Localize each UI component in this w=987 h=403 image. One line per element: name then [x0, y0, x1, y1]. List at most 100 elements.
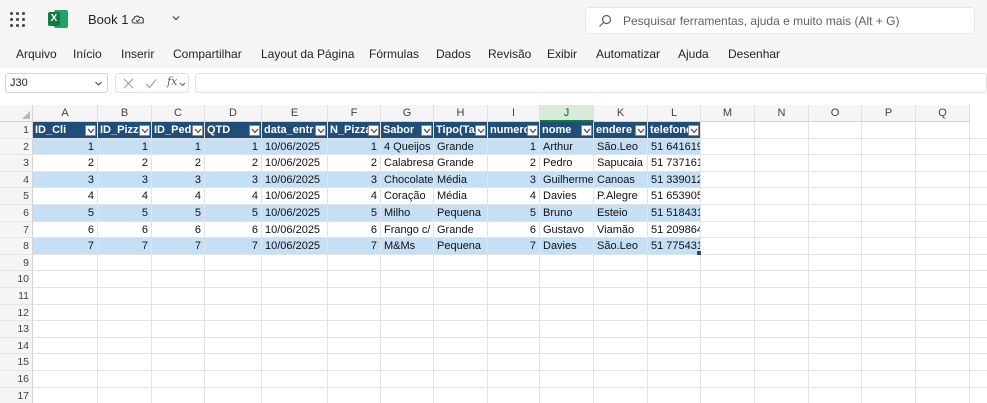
table-header-cell[interactable]: ID_Pedi	[152, 122, 192, 139]
table-cell[interactable]: 1	[33, 139, 97, 156]
column-header-i[interactable]: I	[488, 105, 540, 122]
tab-in-cio[interactable]: Início	[73, 47, 102, 61]
table-cell[interactable]: 7	[205, 238, 261, 255]
table-cell[interactable]: P.Alegre	[594, 188, 647, 205]
table-cell[interactable]: Chocolate	[381, 172, 433, 189]
table-cell[interactable]: 5	[328, 205, 380, 222]
check-icon[interactable]	[145, 78, 157, 89]
table-cell[interactable]: 10/06/2025	[262, 139, 327, 156]
tab-inserir[interactable]: Inserir	[121, 47, 154, 61]
table-header-cell[interactable]: ID_Pizza	[98, 122, 139, 139]
row-header-9[interactable]: 9	[0, 254, 33, 272]
column-header-d[interactable]: D	[205, 105, 262, 122]
table-cell[interactable]: 5	[205, 205, 261, 222]
row-header-5[interactable]: 5	[0, 188, 33, 205]
table-cell[interactable]: 2	[328, 155, 380, 172]
table-header-cell[interactable]: data_entr	[262, 122, 315, 139]
tab-automatizar[interactable]: Automatizar	[596, 47, 660, 61]
table-cell[interactable]: 3	[488, 172, 539, 189]
table-cell[interactable]: Davies	[540, 238, 593, 255]
insert-function-icon[interactable]: fx	[167, 75, 177, 88]
filter-dropdown-icon[interactable]	[581, 125, 592, 136]
column-header-b[interactable]: B	[98, 105, 152, 122]
filter-dropdown-icon[interactable]	[249, 125, 260, 136]
table-cell[interactable]: 51 653905	[648, 188, 700, 205]
table-cell[interactable]: Grande	[434, 139, 487, 156]
filter-dropdown-icon[interactable]	[475, 125, 486, 136]
table-cell[interactable]: Canoas	[594, 172, 647, 189]
table-header-cell[interactable]: endere	[594, 122, 635, 139]
table-cell[interactable]: Arthur	[540, 139, 593, 156]
table-cell[interactable]: 10/06/2025	[262, 188, 327, 205]
table-cell[interactable]: 4	[205, 188, 261, 205]
row-header-13[interactable]: 13	[0, 321, 33, 338]
table-cell[interactable]: 51 518431	[648, 205, 700, 222]
chevron-down-icon[interactable]	[179, 81, 186, 88]
table-cell[interactable]: 1	[205, 139, 261, 156]
table-cell[interactable]: 2	[98, 155, 151, 172]
filter-dropdown-icon[interactable]	[635, 125, 646, 136]
table-cell[interactable]: Coração	[381, 188, 433, 205]
table-cell[interactable]: 5	[98, 205, 151, 222]
table-cell[interactable]: 51 775431	[648, 238, 700, 255]
cancel-icon[interactable]	[123, 78, 134, 89]
table-header-cell[interactable]: N_Pizza	[328, 122, 368, 139]
table-cell[interactable]: 1	[488, 139, 539, 156]
table-cell[interactable]: Pequena	[434, 205, 487, 222]
table-cell[interactable]: Sapucaia	[594, 155, 647, 172]
table-cell[interactable]: 51 737161	[648, 155, 700, 172]
tab-dados[interactable]: Dados	[436, 47, 471, 61]
table-cell[interactable]: Frango c/ c	[381, 222, 433, 239]
table-cell[interactable]: 6	[328, 222, 380, 239]
column-header-n[interactable]: N	[755, 105, 809, 122]
column-header-k[interactable]: K	[594, 105, 648, 122]
table-cell[interactable]: Média	[434, 172, 487, 189]
row-header-11[interactable]: 11	[0, 288, 33, 305]
table-cell[interactable]: Bruno	[540, 205, 593, 222]
column-header-l[interactable]: L	[648, 105, 701, 122]
table-cell[interactable]: 6	[488, 222, 539, 239]
column-header-p[interactable]: P	[862, 105, 916, 122]
table-cell[interactable]: Milho	[381, 205, 433, 222]
column-header-q[interactable]: Q	[916, 105, 970, 122]
filter-dropdown-icon[interactable]	[688, 125, 699, 136]
column-header-h[interactable]: H	[434, 105, 488, 122]
table-cell[interactable]: 7	[488, 238, 539, 255]
table-cell[interactable]: 10/06/2025	[262, 205, 327, 222]
row-header-14[interactable]: 14	[0, 337, 33, 355]
spreadsheet-grid[interactable]: A B C D E F G H I J K L M N O P Q 1 2 3 4 5 6 7 8 9 10 11 12 13 14 15 16…	[0, 105, 987, 403]
table-header-cell[interactable]: numero	[488, 122, 527, 139]
row-header-4[interactable]: 4	[0, 171, 33, 189]
filter-dropdown-icon[interactable]	[139, 125, 150, 136]
table-cell[interactable]: 6	[33, 222, 97, 239]
table-cell[interactable]: 3	[152, 172, 204, 189]
tab-exibir[interactable]: Exibir	[547, 47, 577, 61]
table-cell[interactable]: 4	[152, 188, 204, 205]
row-header-16[interactable]: 16	[0, 371, 33, 388]
row-header-12[interactable]: 12	[0, 304, 33, 322]
tab-ajuda[interactable]: Ajuda	[678, 47, 709, 61]
search-box[interactable]: Pesquisar ferramentas, ajuda e muito mai…	[585, 7, 975, 34]
table-cell[interactable]: 2	[205, 155, 261, 172]
filter-dropdown-icon[interactable]	[368, 125, 379, 136]
table-cell[interactable]: 4	[98, 188, 151, 205]
table-cell[interactable]: 4 Queijos	[381, 139, 433, 156]
table-cell[interactable]: 2	[33, 155, 97, 172]
table-cell[interactable]: 10/06/2025	[262, 172, 327, 189]
column-header-e[interactable]: E	[262, 105, 328, 122]
column-header-g[interactable]: G	[381, 105, 434, 122]
row-header-10[interactable]: 10	[0, 271, 33, 288]
column-header-a[interactable]: A	[33, 105, 98, 122]
app-launcher-icon[interactable]	[10, 12, 26, 28]
table-cell[interactable]: 1	[328, 139, 380, 156]
table-header-cell[interactable]: nome	[540, 122, 581, 139]
tab-f-rmulas[interactable]: Fórmulas	[369, 47, 419, 61]
name-box[interactable]: J30	[5, 73, 108, 93]
table-cell[interactable]: M&Ms	[381, 238, 433, 255]
tab-layout-da-p-gina[interactable]: Layout da Página	[261, 47, 354, 61]
table-cell[interactable]: Pedro	[540, 155, 593, 172]
row-header-2[interactable]: 2	[0, 138, 33, 156]
table-cell[interactable]: 51 339012	[648, 172, 700, 189]
tab-arquivo[interactable]: Arquivo	[16, 47, 57, 61]
table-cell[interactable]: 6	[152, 222, 204, 239]
